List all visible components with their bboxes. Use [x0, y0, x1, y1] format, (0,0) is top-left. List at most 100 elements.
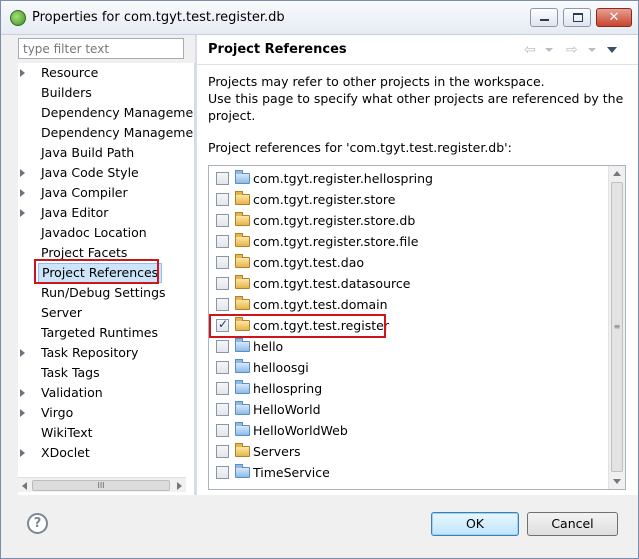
scroll-up-icon[interactable] [613, 171, 621, 176]
sidebar-item[interactable]: Virgo [18, 403, 195, 423]
filter-input[interactable] [18, 38, 184, 59]
project-checkbox[interactable] [216, 298, 229, 311]
sidebar-item[interactable]: Java Build Path [18, 143, 195, 163]
close-button[interactable]: ✕ [596, 8, 632, 27]
cancel-button[interactable]: Cancel [527, 512, 618, 536]
project-folder-icon [235, 422, 250, 436]
project-checkbox[interactable] [216, 235, 229, 248]
project-list-item[interactable]: HelloWorld [209, 399, 607, 420]
maximize-button[interactable] [563, 8, 591, 27]
scroll-left-icon[interactable] [22, 482, 27, 490]
sidebar-item-label: Run/Debug Settings [41, 285, 166, 300]
sidebar-item-label: Dependency Manageme [41, 105, 194, 120]
sidebar-item[interactable]: Resource [18, 63, 195, 83]
project-checkbox[interactable] [216, 361, 229, 374]
expand-arrow-icon[interactable] [20, 409, 25, 417]
project-checkbox[interactable] [216, 340, 229, 353]
sidebar-item[interactable]: Dependency Manageme [18, 123, 195, 143]
project-checkbox[interactable] [216, 466, 229, 479]
project-list-item[interactable]: HelloWorldWeb [209, 420, 607, 441]
help-button[interactable]: ? [27, 513, 48, 534]
property-tree: Resource Builders Dependency Manageme Depen… [18, 63, 195, 495]
sidebar-item[interactable]: Dependency Manageme [18, 103, 195, 123]
ok-button[interactable]: OK [431, 512, 519, 536]
sidebar-item[interactable]: Server [18, 303, 195, 323]
sidebar-item[interactable]: Java Compiler [18, 183, 195, 203]
expand-arrow-icon[interactable] [20, 349, 25, 357]
expand-arrow-icon[interactable] [20, 189, 25, 197]
project-name: com.tgyt.test.register [253, 318, 389, 333]
scroll-thumb[interactable]: III [32, 480, 170, 491]
expand-arrow-icon[interactable] [20, 449, 25, 457]
project-name: HelloWorld [253, 402, 321, 417]
sidebar-item-label: Java Code Style [41, 165, 139, 180]
project-checkbox[interactable] [216, 445, 229, 458]
project-folder-icon [235, 212, 250, 226]
page-title: Project References [208, 42, 347, 57]
sidebar-item[interactable]: Java Code Style [18, 163, 195, 183]
project-checkbox[interactable] [216, 214, 229, 227]
sidebar-item[interactable]: XDoclet [18, 443, 195, 463]
tree-horizontal-scrollbar[interactable]: III [18, 477, 186, 492]
project-checkbox[interactable] [216, 193, 229, 206]
project-name: helloosgi [253, 360, 309, 375]
project-list: com.tgyt.register.hellospring com.tgyt.re… [208, 165, 626, 490]
sidebar-item-label: Server [41, 305, 82, 320]
project-name: Servers [253, 444, 301, 459]
sidebar-item[interactable]: Project References [18, 263, 195, 283]
sidebar-item[interactable]: Project Facets [18, 243, 195, 263]
project-list-item[interactable]: helloosgi [209, 357, 607, 378]
forward-history-dropdown-icon[interactable] [588, 48, 596, 52]
sidebar-item[interactable]: Validation [18, 383, 195, 403]
minimize-button[interactable] [530, 8, 558, 27]
forward-arrow-icon[interactable]: ⇨ [566, 43, 578, 57]
sidebar-item-label: Task Repository [41, 345, 139, 360]
view-menu-icon[interactable] [607, 47, 617, 53]
back-history-dropdown-icon[interactable] [545, 48, 553, 52]
project-list-item[interactable]: com.tgyt.register.store.db [209, 210, 607, 231]
project-list-item[interactable]: com.tgyt.test.register [209, 315, 607, 336]
sidebar-item[interactable]: Javadoc Location [18, 223, 195, 243]
expand-arrow-icon[interactable] [20, 69, 25, 77]
project-checkbox[interactable] [216, 256, 229, 269]
back-arrow-icon[interactable]: ⇦ [524, 43, 536, 57]
project-list-item[interactable]: hello [209, 336, 607, 357]
title-bar[interactable]: Properties for com.tgyt.test.register.db… [1, 1, 638, 35]
project-checkbox[interactable] [216, 382, 229, 395]
sidebar-item[interactable]: Task Repository [18, 343, 195, 363]
project-list-item[interactable]: com.tgyt.test.dao [209, 252, 607, 273]
project-name: com.tgyt.test.dao [253, 255, 364, 270]
sidebar-item[interactable]: Targeted Runtimes [18, 323, 195, 343]
sidebar-item[interactable]: Task Tags [18, 363, 195, 383]
scroll-thumb[interactable]: ≡ [611, 182, 623, 472]
sidebar-item-label: Javadoc Location [41, 225, 147, 240]
project-references-label: Project references for 'com.tgyt.test.re… [208, 140, 512, 155]
expand-arrow-icon[interactable] [20, 389, 25, 397]
project-list-item[interactable]: TimeService [209, 462, 607, 483]
project-name: com.tgyt.test.datasource [253, 276, 411, 291]
project-list-item[interactable]: com.tgyt.register.store.file [209, 231, 607, 252]
expand-arrow-icon[interactable] [20, 169, 25, 177]
project-checkbox[interactable] [216, 403, 229, 416]
expand-arrow-icon[interactable] [20, 209, 25, 217]
sidebar-item-label: WikiText [41, 425, 93, 440]
project-list-scrollbar[interactable]: ≡ [608, 166, 625, 489]
project-checkbox[interactable] [216, 317, 229, 332]
scroll-right-icon[interactable] [177, 482, 182, 490]
project-checkbox[interactable] [216, 424, 229, 437]
sidebar-item[interactable]: Java Editor [18, 203, 195, 223]
project-checkbox[interactable] [216, 172, 229, 185]
sidebar-item[interactable]: Run/Debug Settings [18, 283, 195, 303]
sidebar-item-label: Virgo [41, 405, 74, 420]
sidebar-item[interactable]: Builders [18, 83, 195, 103]
project-folder-icon [235, 191, 250, 205]
project-list-item[interactable]: Servers [209, 441, 607, 462]
project-list-item[interactable]: com.tgyt.register.hellospring [209, 168, 607, 189]
project-list-item[interactable]: com.tgyt.test.datasource [209, 273, 607, 294]
scroll-down-icon[interactable] [613, 479, 621, 484]
project-list-item[interactable]: com.tgyt.register.store [209, 189, 607, 210]
project-list-item[interactable]: com.tgyt.test.domain [209, 294, 607, 315]
project-list-item[interactable]: hellospring [209, 378, 607, 399]
sidebar-item[interactable]: WikiText [18, 423, 195, 443]
project-checkbox[interactable] [216, 277, 229, 290]
